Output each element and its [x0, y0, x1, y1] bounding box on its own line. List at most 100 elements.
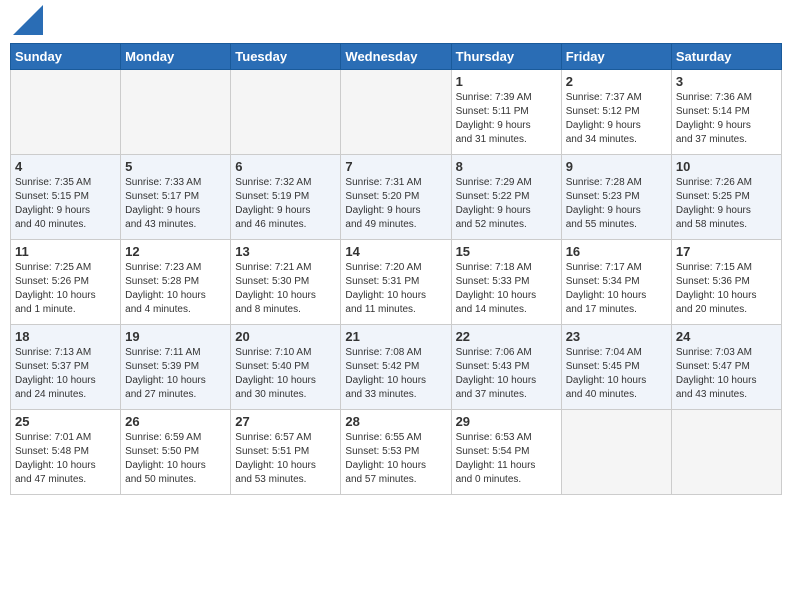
day-number: 27 — [235, 414, 336, 429]
day-info: Sunrise: 7:37 AMSunset: 5:12 PMDaylight:… — [566, 91, 667, 147]
day-info: Sunrise: 7:39 AMSunset: 5:11 PMDaylight:… — [456, 91, 557, 147]
day-info: Sunrise: 7:36 AMSunset: 5:14 PMDaylight:… — [676, 91, 777, 147]
day-info: Sunrise: 7:17 AMSunset: 5:34 PMDaylight:… — [566, 261, 667, 317]
day-info: Sunrise: 7:06 AMSunset: 5:43 PMDaylight:… — [456, 346, 557, 402]
calendar-cell: 25 Sunrise: 7:01 AMSunset: 5:48 PMDayligh… — [11, 410, 121, 495]
day-info: Sunrise: 7:31 AMSunset: 5:20 PMDaylight:… — [345, 176, 446, 232]
day-number: 2 — [566, 74, 667, 89]
day-number: 14 — [345, 244, 446, 259]
day-number: 6 — [235, 159, 336, 174]
day-number: 10 — [676, 159, 777, 174]
calendar-cell: 3 Sunrise: 7:36 AMSunset: 5:14 PMDaylight… — [671, 70, 781, 155]
logo — [10, 10, 43, 35]
day-info: Sunrise: 7:26 AMSunset: 5:25 PMDaylight:… — [676, 176, 777, 232]
day-number: 28 — [345, 414, 446, 429]
weekday-header-sunday: Sunday — [11, 44, 121, 70]
day-number: 4 — [15, 159, 116, 174]
day-number: 8 — [456, 159, 557, 174]
day-info: Sunrise: 7:18 AMSunset: 5:33 PMDaylight:… — [456, 261, 557, 317]
calendar-cell: 21 Sunrise: 7:08 AMSunset: 5:42 PMDayligh… — [341, 325, 451, 410]
calendar-table: SundayMondayTuesdayWednesdayThursdayFrid… — [10, 43, 782, 495]
day-number: 15 — [456, 244, 557, 259]
calendar-cell: 29 Sunrise: 6:53 AMSunset: 5:54 PMDayligh… — [451, 410, 561, 495]
day-number: 9 — [566, 159, 667, 174]
page: SundayMondayTuesdayWednesdayThursdayFrid… — [0, 0, 792, 612]
day-info: Sunrise: 7:21 AMSunset: 5:30 PMDaylight:… — [235, 261, 336, 317]
calendar-cell — [11, 70, 121, 155]
day-info: Sunrise: 7:03 AMSunset: 5:47 PMDaylight:… — [676, 346, 777, 402]
weekday-header-wednesday: Wednesday — [341, 44, 451, 70]
calendar-cell: 10 Sunrise: 7:26 AMSunset: 5:25 PMDayligh… — [671, 155, 781, 240]
day-number: 13 — [235, 244, 336, 259]
weekday-header-friday: Friday — [561, 44, 671, 70]
day-info: Sunrise: 6:55 AMSunset: 5:53 PMDaylight:… — [345, 431, 446, 487]
day-number: 26 — [125, 414, 226, 429]
day-info: Sunrise: 7:35 AMSunset: 5:15 PMDaylight:… — [15, 176, 116, 232]
day-info: Sunrise: 6:59 AMSunset: 5:50 PMDaylight:… — [125, 431, 226, 487]
weekday-header-monday: Monday — [121, 44, 231, 70]
day-number: 5 — [125, 159, 226, 174]
calendar-cell: 19 Sunrise: 7:11 AMSunset: 5:39 PMDayligh… — [121, 325, 231, 410]
day-number: 23 — [566, 329, 667, 344]
day-number: 24 — [676, 329, 777, 344]
day-number: 7 — [345, 159, 446, 174]
calendar-cell — [121, 70, 231, 155]
calendar-cell — [671, 410, 781, 495]
day-info: Sunrise: 7:32 AMSunset: 5:19 PMDaylight:… — [235, 176, 336, 232]
calendar-cell: 28 Sunrise: 6:55 AMSunset: 5:53 PMDayligh… — [341, 410, 451, 495]
calendar-cell — [561, 410, 671, 495]
day-info: Sunrise: 7:11 AMSunset: 5:39 PMDaylight:… — [125, 346, 226, 402]
day-info: Sunrise: 7:25 AMSunset: 5:26 PMDaylight:… — [15, 261, 116, 317]
calendar-week-row: 1 Sunrise: 7:39 AMSunset: 5:11 PMDaylight… — [11, 70, 782, 155]
calendar-cell: 12 Sunrise: 7:23 AMSunset: 5:28 PMDayligh… — [121, 240, 231, 325]
weekday-header-saturday: Saturday — [671, 44, 781, 70]
day-info: Sunrise: 7:04 AMSunset: 5:45 PMDaylight:… — [566, 346, 667, 402]
calendar-cell: 14 Sunrise: 7:20 AMSunset: 5:31 PMDayligh… — [341, 240, 451, 325]
day-number: 21 — [345, 329, 446, 344]
calendar-cell: 24 Sunrise: 7:03 AMSunset: 5:47 PMDayligh… — [671, 325, 781, 410]
calendar-cell: 2 Sunrise: 7:37 AMSunset: 5:12 PMDaylight… — [561, 70, 671, 155]
weekday-header-thursday: Thursday — [451, 44, 561, 70]
day-info: Sunrise: 7:20 AMSunset: 5:31 PMDaylight:… — [345, 261, 446, 317]
day-info: Sunrise: 6:57 AMSunset: 5:51 PMDaylight:… — [235, 431, 336, 487]
day-number: 18 — [15, 329, 116, 344]
calendar-week-row: 4 Sunrise: 7:35 AMSunset: 5:15 PMDaylight… — [11, 155, 782, 240]
day-number: 25 — [15, 414, 116, 429]
day-number: 29 — [456, 414, 557, 429]
day-number: 22 — [456, 329, 557, 344]
day-info: Sunrise: 7:33 AMSunset: 5:17 PMDaylight:… — [125, 176, 226, 232]
calendar-week-row: 25 Sunrise: 7:01 AMSunset: 5:48 PMDayligh… — [11, 410, 782, 495]
weekday-header-tuesday: Tuesday — [231, 44, 341, 70]
calendar-cell: 20 Sunrise: 7:10 AMSunset: 5:40 PMDayligh… — [231, 325, 341, 410]
calendar-cell — [341, 70, 451, 155]
calendar-cell: 4 Sunrise: 7:35 AMSunset: 5:15 PMDaylight… — [11, 155, 121, 240]
calendar-cell: 15 Sunrise: 7:18 AMSunset: 5:33 PMDayligh… — [451, 240, 561, 325]
day-info: Sunrise: 7:13 AMSunset: 5:37 PMDaylight:… — [15, 346, 116, 402]
day-info: Sunrise: 6:53 AMSunset: 5:54 PMDaylight:… — [456, 431, 557, 487]
day-number: 19 — [125, 329, 226, 344]
calendar-cell: 26 Sunrise: 6:59 AMSunset: 5:50 PMDayligh… — [121, 410, 231, 495]
calendar-week-row: 11 Sunrise: 7:25 AMSunset: 5:26 PMDayligh… — [11, 240, 782, 325]
day-number: 11 — [15, 244, 116, 259]
calendar-cell: 18 Sunrise: 7:13 AMSunset: 5:37 PMDayligh… — [11, 325, 121, 410]
calendar-cell: 27 Sunrise: 6:57 AMSunset: 5:51 PMDayligh… — [231, 410, 341, 495]
day-number: 3 — [676, 74, 777, 89]
calendar-cell: 1 Sunrise: 7:39 AMSunset: 5:11 PMDaylight… — [451, 70, 561, 155]
day-info: Sunrise: 7:01 AMSunset: 5:48 PMDaylight:… — [15, 431, 116, 487]
calendar-cell: 9Sunrise: 7:28 AMSunset: 5:23 PMDaylight… — [561, 155, 671, 240]
logo-triangle-icon — [13, 5, 43, 35]
calendar-cell: 17Sunrise: 7:15 AMSunset: 5:36 PMDayligh… — [671, 240, 781, 325]
calendar-cell: 7 Sunrise: 7:31 AMSunset: 5:20 PMDaylight… — [341, 155, 451, 240]
day-info: Sunrise: 7:23 AMSunset: 5:28 PMDaylight:… — [125, 261, 226, 317]
calendar-week-row: 18 Sunrise: 7:13 AMSunset: 5:37 PMDayligh… — [11, 325, 782, 410]
calendar-cell: 22 Sunrise: 7:06 AMSunset: 5:43 PMDayligh… — [451, 325, 561, 410]
day-info: Sunrise: 7:08 AMSunset: 5:42 PMDaylight:… — [345, 346, 446, 402]
day-number: 12 — [125, 244, 226, 259]
day-info: Sunrise: 7:10 AMSunset: 5:40 PMDaylight:… — [235, 346, 336, 402]
day-number: 1 — [456, 74, 557, 89]
day-number: 20 — [235, 329, 336, 344]
calendar-cell: 11 Sunrise: 7:25 AMSunset: 5:26 PMDayligh… — [11, 240, 121, 325]
calendar-cell: 13 Sunrise: 7:21 AMSunset: 5:30 PMDayligh… — [231, 240, 341, 325]
day-number: 17 — [676, 244, 777, 259]
calendar-cell: 8Sunrise: 7:29 AMSunset: 5:22 PMDaylight… — [451, 155, 561, 240]
